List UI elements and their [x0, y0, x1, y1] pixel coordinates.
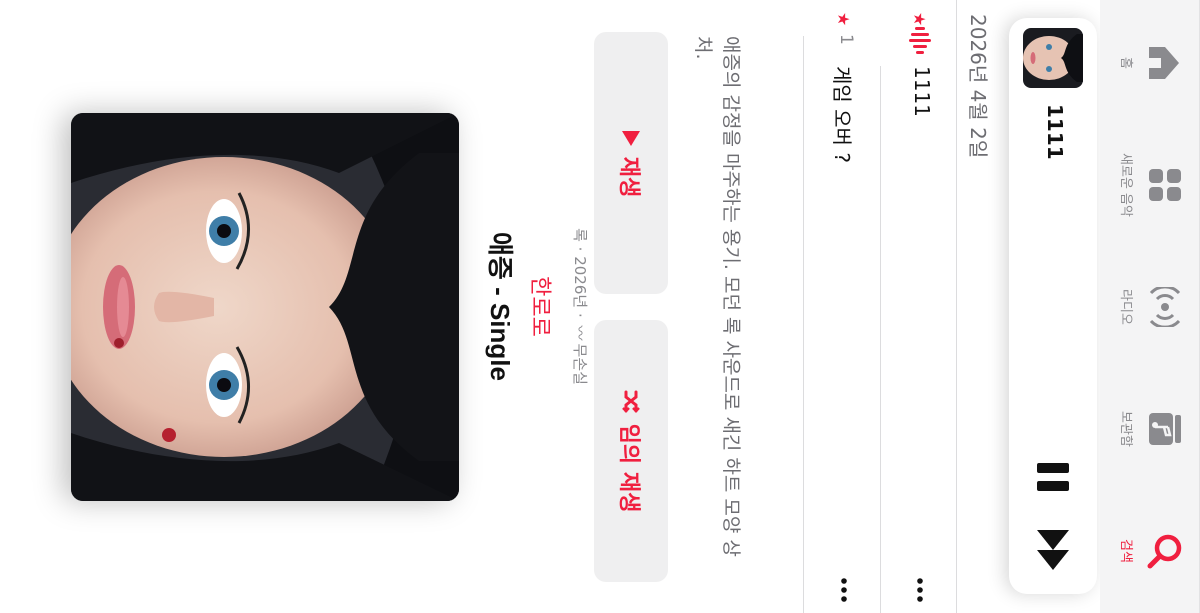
play-button[interactable]: 재생 — [594, 32, 668, 294]
play-button-label: 재생 — [616, 156, 641, 198]
mini-player-artwork — [1023, 28, 1083, 88]
album-quality: 무손실 — [571, 343, 589, 385]
shuffle-button-label: 임의 재생 — [616, 423, 641, 513]
album-page: 애증 - Single 한로로 록 · 2026년 · 〰무손실 재생 임의 재… — [0, 0, 1200, 613]
track-number: 1 — [836, 34, 856, 45]
favorite-star-icon: ★ — [910, 12, 929, 27]
grid-icon — [1149, 169, 1181, 201]
tab-label: 보관함 — [1118, 411, 1133, 447]
tab-bar: 홈 새로운 음악 라디오 보관함 검색 — [1100, 0, 1200, 613]
tab-label: 검색 — [1118, 539, 1133, 563]
divider — [803, 36, 804, 613]
track-more-icon[interactable] — [908, 575, 932, 605]
radio-icon — [1149, 285, 1181, 329]
tab-home[interactable]: 홈 — [1118, 3, 1185, 123]
track-title: 게임 오버 ? — [830, 66, 854, 163]
tab-label: 홈 — [1118, 57, 1133, 69]
mini-player[interactable]: 1111 — [1009, 18, 1097, 594]
now-playing-wave-icon — [909, 27, 931, 55]
now-playing-title: 1111 — [1043, 104, 1067, 160]
search-icon — [1147, 534, 1182, 569]
album-genre: 록 — [571, 228, 589, 242]
tab-label: 라디오 — [1118, 289, 1133, 325]
track-row[interactable]: ★ 1 게임 오버 ? — [806, 0, 880, 613]
play-icon — [622, 130, 640, 146]
tab-radio[interactable]: 라디오 — [1118, 247, 1185, 367]
tab-search[interactable]: 검색 — [1118, 491, 1185, 611]
favorite-star-icon: ★ — [834, 12, 853, 27]
album-meta: 록 · 2026년 · 〰무손실 — [571, 228, 589, 385]
track-more-icon[interactable] — [832, 575, 856, 605]
track-title: 1111 — [910, 66, 934, 117]
release-date: 2026년 4월 2일 — [966, 14, 990, 159]
artwork-image — [71, 113, 459, 501]
album-year: 2026년 — [571, 256, 589, 309]
home-icon — [1149, 47, 1179, 79]
next-track-icon[interactable] — [1033, 528, 1073, 574]
pause-icon[interactable] — [1035, 460, 1071, 494]
tab-label: 새로운 음악 — [1118, 153, 1133, 217]
tab-new-music[interactable]: 새로운 음악 — [1118, 125, 1185, 245]
shuffle-icon — [622, 390, 640, 413]
album-title: 애증 - Single — [485, 232, 515, 381]
shuffle-button[interactable]: 임의 재생 — [594, 320, 668, 582]
tab-library[interactable]: 보관함 — [1118, 369, 1185, 489]
album-artist-link[interactable]: 한로로 — [526, 0, 558, 613]
album-artwork — [71, 113, 459, 501]
album-description: 애증의 감정을 마주하는 용기. 모던 록 사운드로 새긴 하트 모양 상처. — [692, 36, 742, 557]
track-row[interactable]: ★ 1111 — [882, 0, 956, 613]
divider — [880, 66, 881, 613]
divider — [956, 0, 957, 613]
library-icon — [1149, 413, 1181, 445]
lossless-icon: 〰 — [571, 325, 589, 341]
